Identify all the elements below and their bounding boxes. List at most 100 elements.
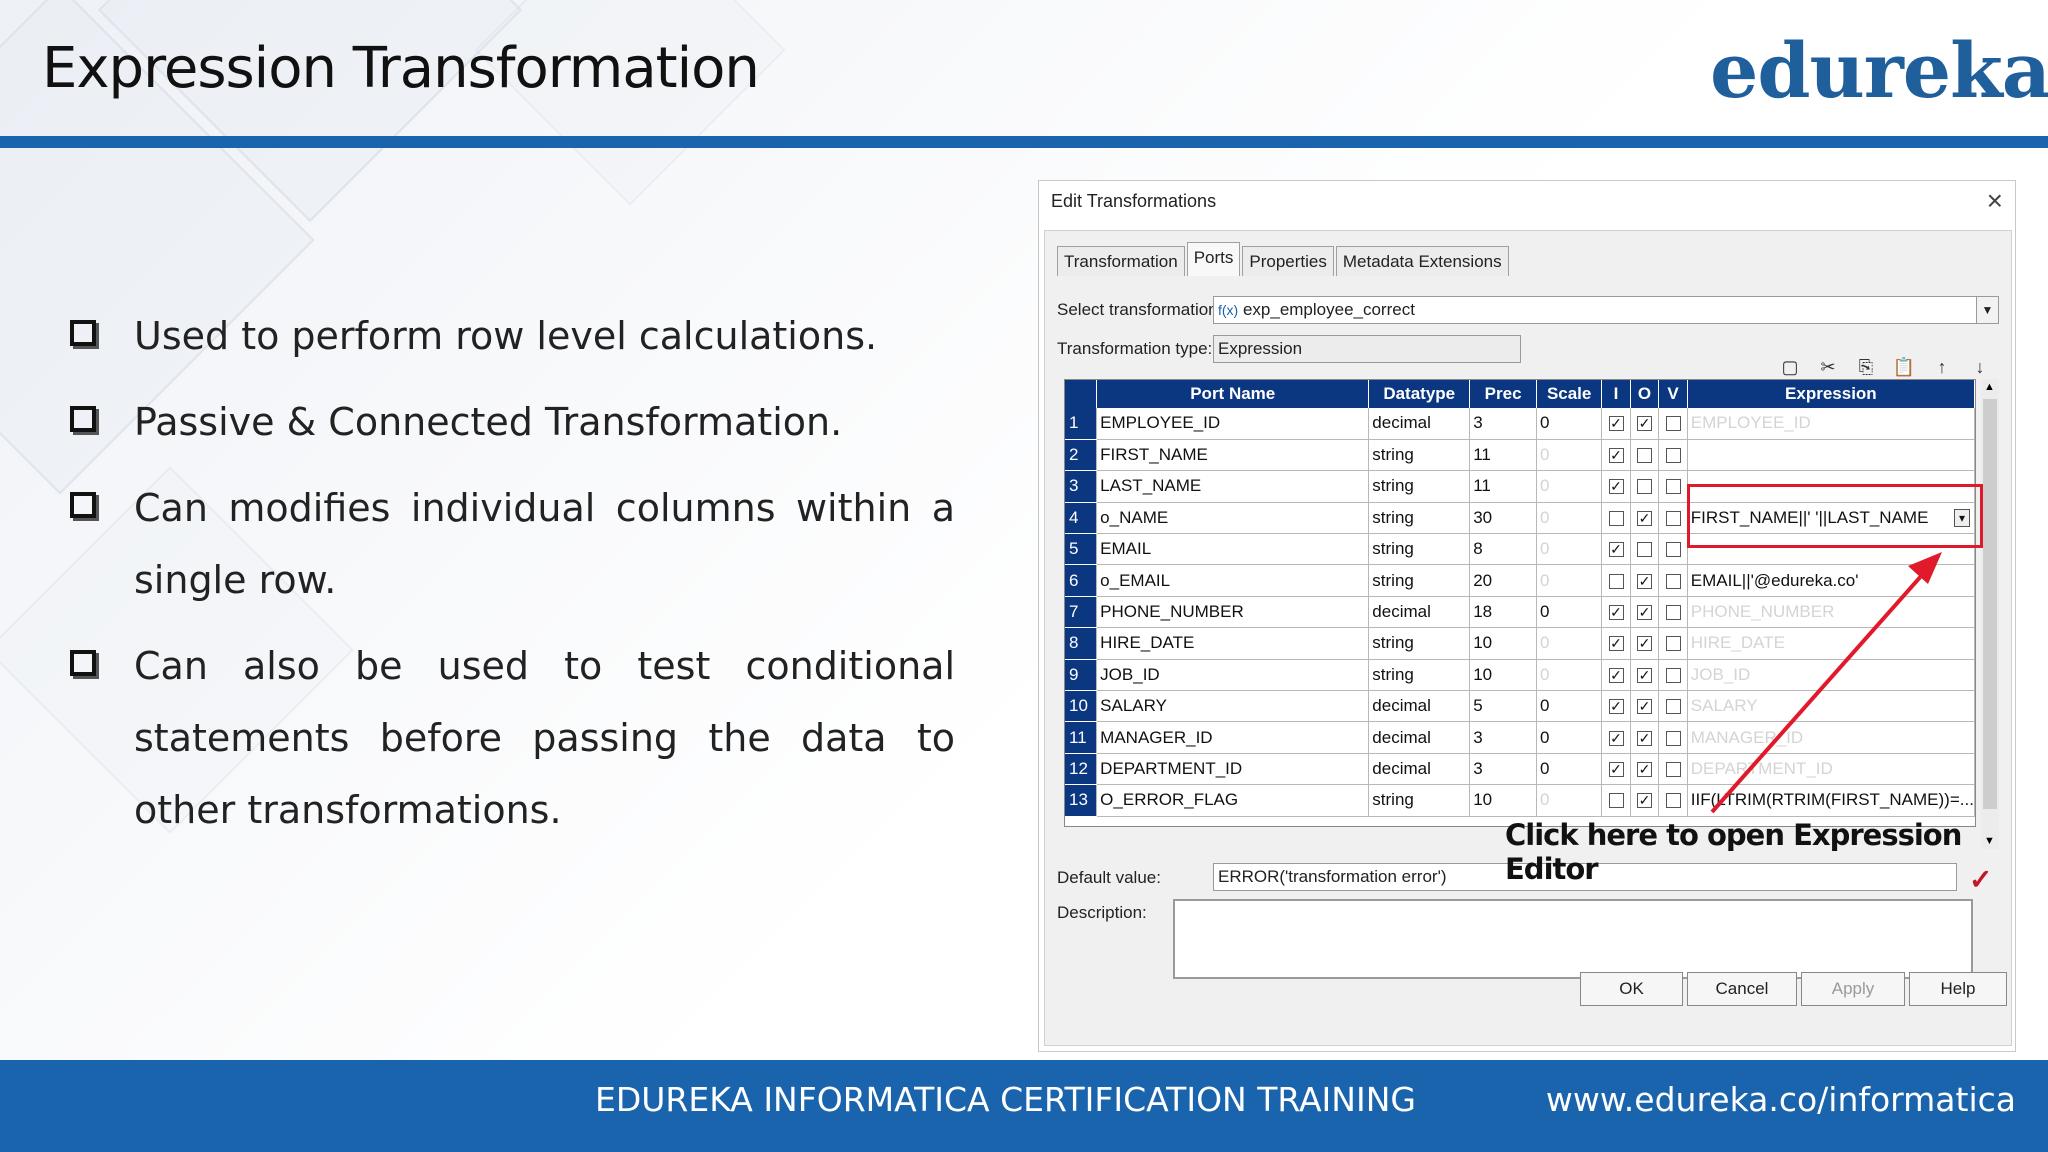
- datatype-cell[interactable]: decimal: [1368, 596, 1471, 629]
- unchecked-checkbox-icon[interactable]: [1665, 510, 1681, 526]
- port-o-checkbox-cell[interactable]: [1630, 533, 1660, 566]
- precision-cell[interactable]: 11: [1469, 470, 1538, 503]
- port-o-checkbox-cell[interactable]: ✓: [1630, 408, 1660, 440]
- unchecked-checkbox-icon[interactable]: [1665, 448, 1681, 464]
- scroll-up-icon[interactable]: ▲: [1984, 381, 1995, 393]
- checked-checkbox-icon[interactable]: ✓: [1637, 793, 1653, 809]
- precision-cell[interactable]: 8: [1469, 533, 1538, 566]
- scale-cell[interactable]: 0: [1536, 753, 1603, 786]
- paste-icon[interactable]: 📋: [1892, 355, 1916, 379]
- row-number[interactable]: 1: [1065, 408, 1098, 440]
- checked-checkbox-icon[interactable]: ✓: [1637, 762, 1653, 777]
- scale-cell[interactable]: 0: [1536, 470, 1603, 503]
- checked-checkbox-icon[interactable]: ✓: [1637, 699, 1653, 715]
- unchecked-checkbox-icon[interactable]: [1665, 573, 1681, 589]
- scale-cell[interactable]: 0: [1536, 659, 1603, 692]
- datatype-cell[interactable]: decimal: [1368, 753, 1471, 786]
- datatype-cell[interactable]: string: [1368, 784, 1471, 817]
- precision-cell[interactable]: 11: [1469, 439, 1538, 472]
- scale-cell[interactable]: 0: [1536, 408, 1603, 440]
- port-i-checkbox-cell[interactable]: ✓: [1601, 753, 1631, 786]
- port-o-checkbox-cell[interactable]: ✓: [1630, 784, 1660, 817]
- port-row[interactable]: 10 SALARY decimal 5 0 ✓ ✓ SALARY: [1065, 690, 1975, 723]
- close-icon[interactable]: ×: [1987, 185, 2003, 217]
- datatype-cell[interactable]: string: [1368, 533, 1471, 566]
- expression-cell[interactable]: EMAIL||'@edureka.co': [1687, 564, 1975, 597]
- precision-cell[interactable]: 3: [1469, 721, 1538, 754]
- port-i-checkbox-cell[interactable]: ✓: [1601, 408, 1631, 440]
- scale-cell[interactable]: 0: [1536, 502, 1603, 535]
- expression-cell[interactable]: JOB_ID: [1687, 659, 1975, 692]
- scale-cell[interactable]: 0: [1536, 596, 1603, 629]
- port-name-cell[interactable]: FIRST_NAME: [1096, 439, 1370, 472]
- row-number[interactable]: 12: [1065, 753, 1098, 786]
- port-row[interactable]: 11 MANAGER_ID decimal 3 0 ✓ ✓ MANAGER_ID: [1065, 721, 1975, 754]
- unchecked-checkbox-icon[interactable]: [1608, 510, 1624, 526]
- port-i-checkbox-cell[interactable]: ✓: [1601, 439, 1631, 472]
- port-row[interactable]: 8 HIRE_DATE string 10 0 ✓ ✓ HIRE_DATE: [1065, 627, 1975, 660]
- port-v-checkbox-cell[interactable]: [1658, 753, 1688, 786]
- datatype-cell[interactable]: string: [1368, 502, 1471, 535]
- checked-checkbox-icon[interactable]: ✓: [1608, 636, 1624, 652]
- port-row[interactable]: 13 O_ERROR_FLAG string 10 0 ✓ IIF(LTRIM(RTRIM(…: [1065, 784, 1975, 817]
- port-name-cell[interactable]: o_EMAIL: [1096, 564, 1370, 597]
- tab-metadata-extensions[interactable]: Metadata Extensions: [1335, 246, 1509, 276]
- unchecked-checkbox-icon[interactable]: [1665, 793, 1681, 809]
- checked-checkbox-icon[interactable]: ✓: [1637, 667, 1653, 683]
- unchecked-checkbox-icon[interactable]: [1637, 448, 1653, 464]
- unchecked-checkbox-icon[interactable]: [1608, 573, 1624, 589]
- row-number[interactable]: 2: [1065, 439, 1098, 472]
- ok-button[interactable]: OK: [1580, 972, 1683, 1006]
- expression-cell[interactable]: MANAGER_ID: [1687, 721, 1975, 754]
- port-o-checkbox-cell[interactable]: ✓: [1630, 564, 1660, 597]
- row-number[interactable]: 10: [1065, 690, 1098, 723]
- port-name-cell[interactable]: EMPLOYEE_ID: [1096, 408, 1370, 440]
- port-row[interactable]: 6 o_EMAIL string 20 0 ✓ EMAIL||'@edureka.co': [1065, 564, 1975, 597]
- unchecked-checkbox-icon[interactable]: [1665, 416, 1681, 432]
- datatype-cell[interactable]: decimal: [1368, 721, 1471, 754]
- unchecked-checkbox-icon[interactable]: [1637, 479, 1653, 495]
- expression-cell[interactable]: PHONE_NUMBER: [1687, 596, 1975, 629]
- footer-url[interactable]: www.edureka.co/informatica: [1546, 1080, 2016, 1119]
- grid-scrollbar[interactable]: ▲ ▼: [1981, 379, 1999, 849]
- precision-cell[interactable]: 20: [1469, 564, 1538, 597]
- checked-checkbox-icon[interactable]: ✓: [1608, 667, 1624, 683]
- port-name-cell[interactable]: MANAGER_ID: [1096, 721, 1370, 754]
- checked-checkbox-icon[interactable]: ✓: [1608, 448, 1624, 464]
- scrollbar-thumb[interactable]: [1983, 399, 1997, 809]
- row-number[interactable]: 6: [1065, 564, 1098, 597]
- row-number[interactable]: 3: [1065, 470, 1098, 503]
- port-v-checkbox-cell[interactable]: [1658, 659, 1688, 692]
- port-o-checkbox-cell[interactable]: ✓: [1630, 721, 1660, 754]
- port-o-checkbox-cell[interactable]: ✓: [1630, 596, 1660, 629]
- apply-button[interactable]: Apply: [1801, 972, 1905, 1006]
- port-v-checkbox-cell[interactable]: [1658, 690, 1688, 723]
- port-row[interactable]: 1 EMPLOYEE_ID decimal 3 0 ✓ ✓ EMPLOYEE_ID: [1065, 408, 1975, 440]
- port-name-cell[interactable]: LAST_NAME: [1096, 470, 1370, 503]
- cancel-button[interactable]: Cancel: [1687, 972, 1797, 1006]
- checked-checkbox-icon[interactable]: ✓: [1608, 762, 1624, 777]
- copy-icon[interactable]: ⎘: [1854, 355, 1878, 379]
- scale-cell[interactable]: 0: [1536, 627, 1603, 660]
- row-number[interactable]: 11: [1065, 721, 1098, 754]
- port-name-cell[interactable]: DEPARTMENT_ID: [1096, 753, 1370, 786]
- expression-cell[interactable]: EMPLOYEE_ID: [1687, 408, 1975, 440]
- column-header[interactable]: Prec: [1469, 380, 1538, 408]
- port-v-checkbox-cell[interactable]: [1658, 564, 1688, 597]
- precision-cell[interactable]: 10: [1469, 659, 1538, 692]
- port-v-checkbox-cell[interactable]: [1658, 596, 1688, 629]
- scale-cell[interactable]: 0: [1536, 721, 1603, 754]
- precision-cell[interactable]: 10: [1469, 784, 1538, 817]
- datatype-cell[interactable]: string: [1368, 564, 1471, 597]
- unchecked-checkbox-icon[interactable]: [1637, 542, 1653, 558]
- port-o-checkbox-cell[interactable]: ✓: [1630, 659, 1660, 692]
- checked-checkbox-icon[interactable]: ✓: [1637, 730, 1653, 746]
- precision-cell[interactable]: 3: [1469, 753, 1538, 786]
- checked-checkbox-icon[interactable]: ✓: [1608, 730, 1624, 746]
- precision-cell[interactable]: 5: [1469, 690, 1538, 723]
- checked-checkbox-icon[interactable]: ✓: [1637, 605, 1653, 621]
- select-transformation-dropdown[interactable]: f(x) exp_employee_correct ▼: [1213, 296, 1999, 324]
- port-name-cell[interactable]: SALARY: [1096, 690, 1370, 723]
- port-v-checkbox-cell[interactable]: [1658, 502, 1688, 535]
- port-o-checkbox-cell[interactable]: ✓: [1630, 502, 1660, 535]
